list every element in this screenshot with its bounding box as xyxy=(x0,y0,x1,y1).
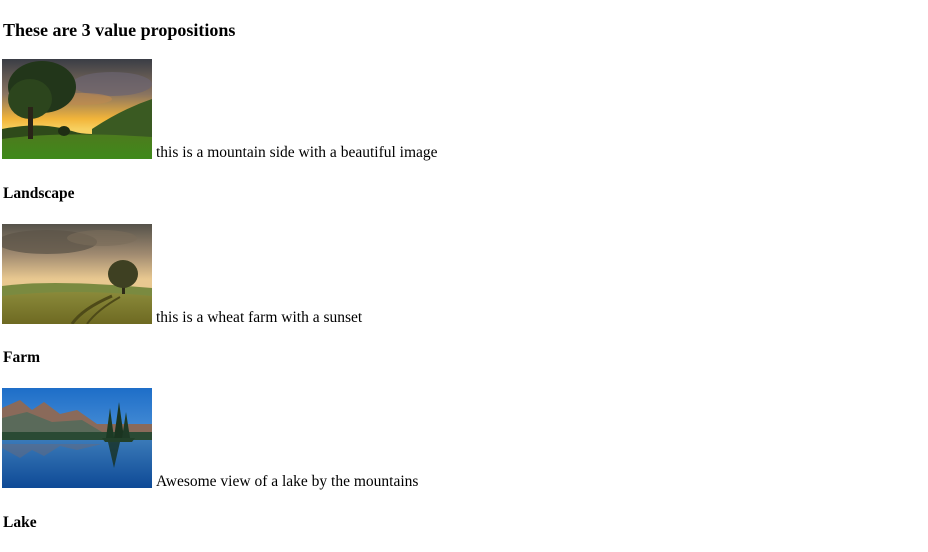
lake-title: Lake xyxy=(3,514,37,531)
farm-image xyxy=(2,224,152,324)
farm-caption: this is a wheat farm with a sunset xyxy=(156,309,363,326)
lake-caption: Awesome view of a lake by the mountains xyxy=(156,473,419,490)
farm-title: Farm xyxy=(3,349,41,366)
lake-image xyxy=(2,388,152,488)
landscape-caption: this is a mountain side with a beautiful… xyxy=(156,144,438,161)
landscape-image xyxy=(2,59,152,159)
page-heading: These are 3 value propositions xyxy=(3,20,236,40)
landscape-title: Landscape xyxy=(3,185,75,202)
